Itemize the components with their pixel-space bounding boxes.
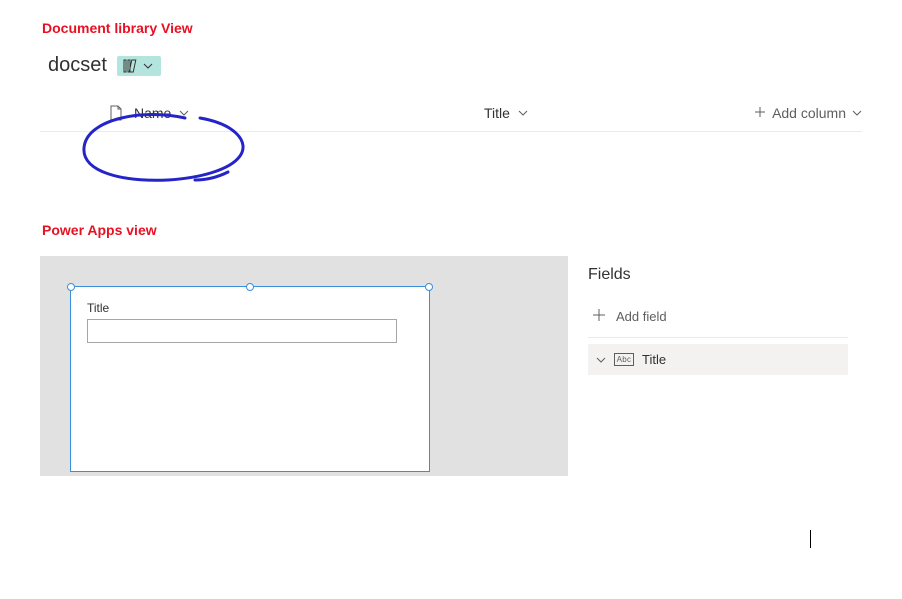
powerapps-canvas[interactable]: Title (40, 256, 568, 476)
col-doctype-icon[interactable] (98, 105, 134, 121)
column-header-title[interactable]: Title (454, 105, 754, 121)
column-name-label: Name (134, 105, 171, 121)
text-type-icon: Abc (614, 353, 634, 366)
powerapps-section: Title Fields Add field Abc Title (40, 256, 862, 476)
add-column-label: Add column (772, 105, 846, 121)
chevron-down-icon (518, 110, 528, 116)
add-field-label: Add field (616, 309, 667, 324)
chevron-down-icon (852, 110, 862, 116)
column-header-name[interactable]: Name (134, 105, 454, 121)
library-name: docset (48, 54, 107, 77)
form-field-label-title: Title (87, 301, 413, 315)
field-item-label: Title (642, 352, 666, 367)
form-card-selected[interactable]: Title (70, 286, 430, 472)
text-caret (810, 530, 811, 548)
doc-view-heading: Document library View (42, 20, 902, 36)
columns-header-row: Name Title Add column (40, 95, 862, 132)
field-item-title[interactable]: Abc Title (588, 344, 848, 375)
document-library-section: Document library View docset Name (0, 20, 902, 132)
fields-pane-heading: Fields (588, 266, 848, 284)
chevron-down-icon (143, 63, 153, 69)
resize-handle-top-left[interactable] (67, 283, 75, 291)
chevron-down-icon (179, 110, 189, 116)
fields-pane: Fields Add field Abc Title (588, 256, 848, 476)
library-header: docset (48, 54, 902, 77)
powerapps-view-heading: Power Apps view (42, 222, 902, 238)
plus-icon (592, 308, 606, 325)
resize-handle-top-right[interactable] (425, 283, 433, 291)
column-title-label: Title (484, 105, 510, 121)
add-field-button[interactable]: Add field (588, 302, 848, 338)
view-switcher-dropdown[interactable] (117, 56, 161, 76)
plus-icon (754, 105, 766, 121)
tiles-icon (123, 59, 139, 73)
add-column-button[interactable]: Add column (754, 105, 862, 121)
chevron-down-icon (596, 357, 606, 363)
document-icon (109, 105, 123, 121)
resize-handle-top-center[interactable] (246, 283, 254, 291)
form-field-input-title[interactable] (87, 319, 397, 343)
